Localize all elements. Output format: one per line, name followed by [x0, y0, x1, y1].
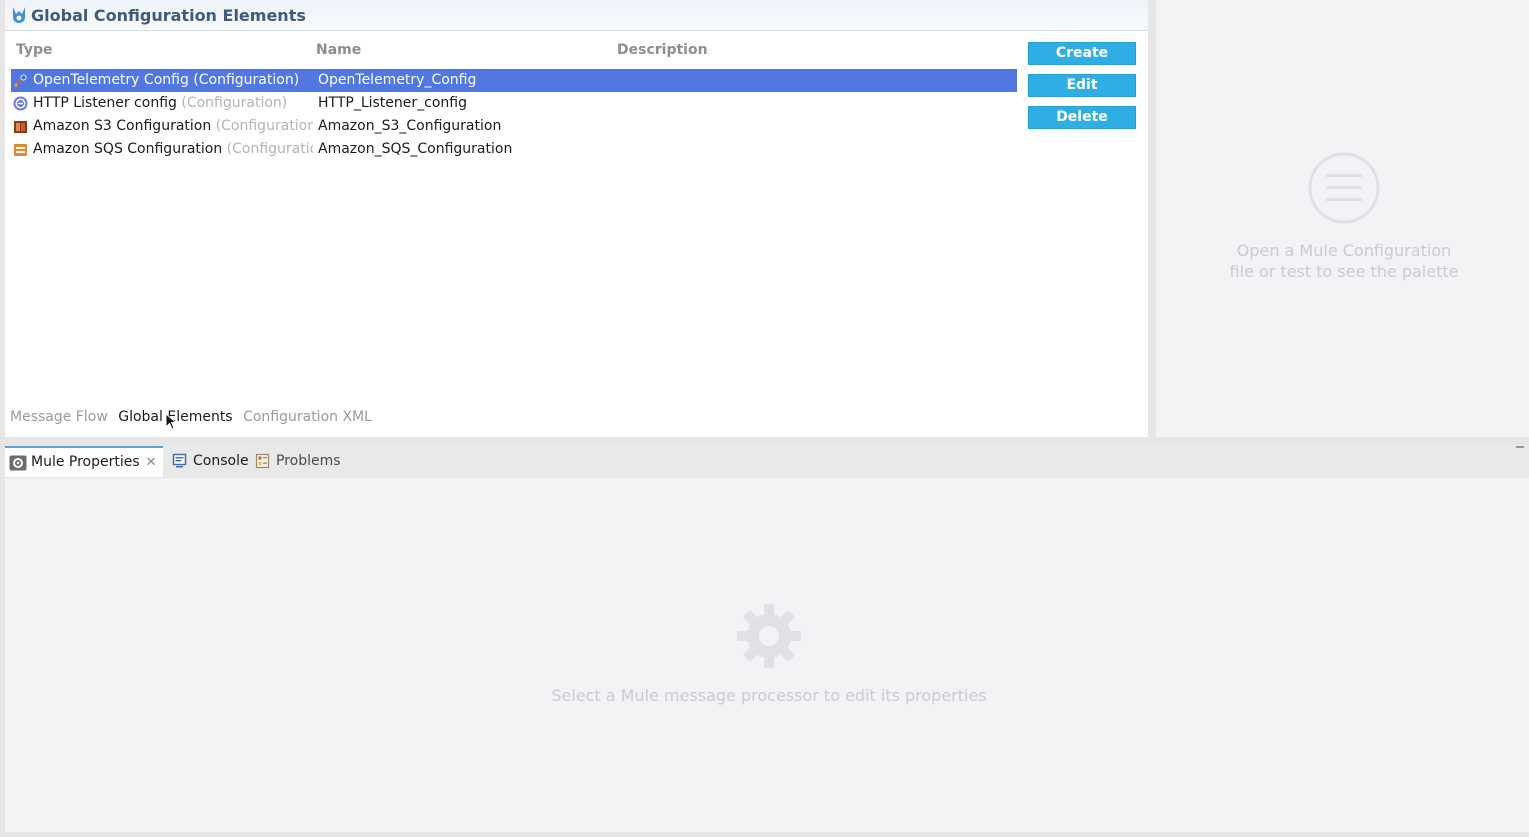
row-type: Amazon S3 Configuration (Configuration): [33, 118, 313, 134]
opentelemetry-icon: [14, 74, 27, 87]
console-icon: [172, 453, 187, 468]
row-type: HTTP Listener config (Configuration): [33, 95, 288, 111]
tab-configuration-xml[interactable]: Configuration XML: [243, 409, 372, 425]
mouse-cursor-icon: [165, 413, 177, 430]
palette-placeholder-icon: [1308, 152, 1380, 224]
bottom-tab-bar: Mule Properties ✕ Console Problems: [5, 444, 1529, 477]
row-type: Amazon SQS Configuration (Configuration: [33, 141, 313, 157]
minimize-icon[interactable]: [1516, 446, 1524, 448]
tab-label: Console: [193, 453, 249, 469]
global-elements-table: OpenTelemetry Config (Configuration) Ope…: [11, 69, 1017, 161]
http-listener-icon: [13, 96, 28, 111]
row-name: Amazon_S3_Configuration: [318, 118, 502, 134]
row-name: OpenTelemetry_Config: [318, 72, 477, 88]
mule-properties-panel: Select a Mule message processor to edit …: [5, 478, 1529, 832]
create-button[interactable]: Create: [1028, 42, 1136, 65]
column-header-description[interactable]: Description: [617, 42, 708, 58]
editor-header: Global Configuration Elements: [5, 0, 1148, 31]
editor-sub-tabs: Message Flow Global Elements Configurati…: [10, 409, 378, 425]
row-type: OpenTelemetry Config (Configuration): [33, 72, 300, 88]
close-icon[interactable]: ✕: [146, 455, 157, 470]
delete-button[interactable]: Delete: [1028, 106, 1136, 129]
global-elements-editor: Global Configuration Elements Type Name …: [5, 0, 1148, 437]
column-header-type[interactable]: Type: [16, 42, 53, 58]
table-row[interactable]: Amazon SQS Configuration (Configuration …: [11, 138, 1017, 161]
tab-label: Mule Properties: [31, 454, 140, 470]
properties-placeholder-text: Select a Mule message processor to edit …: [551, 686, 987, 705]
table-header: Type Name Description: [5, 42, 1020, 62]
row-name: HTTP_Listener_config: [318, 95, 467, 111]
edit-button[interactable]: Edit: [1028, 74, 1136, 97]
tab-mule-properties[interactable]: Mule Properties ✕: [5, 446, 163, 477]
amazon-s3-icon: [14, 121, 27, 133]
table-row[interactable]: HTTP Listener config (Configuration) HTT…: [11, 92, 1017, 115]
editor-title: Global Configuration Elements: [31, 5, 306, 25]
tab-message-flow[interactable]: Message Flow: [10, 409, 108, 425]
tab-problems[interactable]: Problems: [250, 446, 341, 477]
table-row[interactable]: Amazon S3 Configuration (Configuration) …: [11, 115, 1017, 138]
table-row[interactable]: OpenTelemetry Config (Configuration) Ope…: [11, 69, 1017, 92]
tab-label: Problems: [276, 453, 341, 469]
row-name: Amazon_SQS_Configuration: [318, 141, 513, 157]
tab-console[interactable]: Console: [167, 446, 249, 477]
mule-logo-icon: [13, 7, 25, 23]
palette-placeholder-text: Open a Mule Configuration file or test t…: [1229, 241, 1459, 281]
column-header-name[interactable]: Name: [316, 42, 361, 58]
palette-panel: Open a Mule Configuration file or test t…: [1156, 0, 1529, 437]
problems-icon: [255, 453, 270, 469]
amazon-sqs-icon: [14, 144, 27, 156]
gear-icon: [737, 604, 801, 668]
mule-properties-icon: [9, 455, 27, 471]
